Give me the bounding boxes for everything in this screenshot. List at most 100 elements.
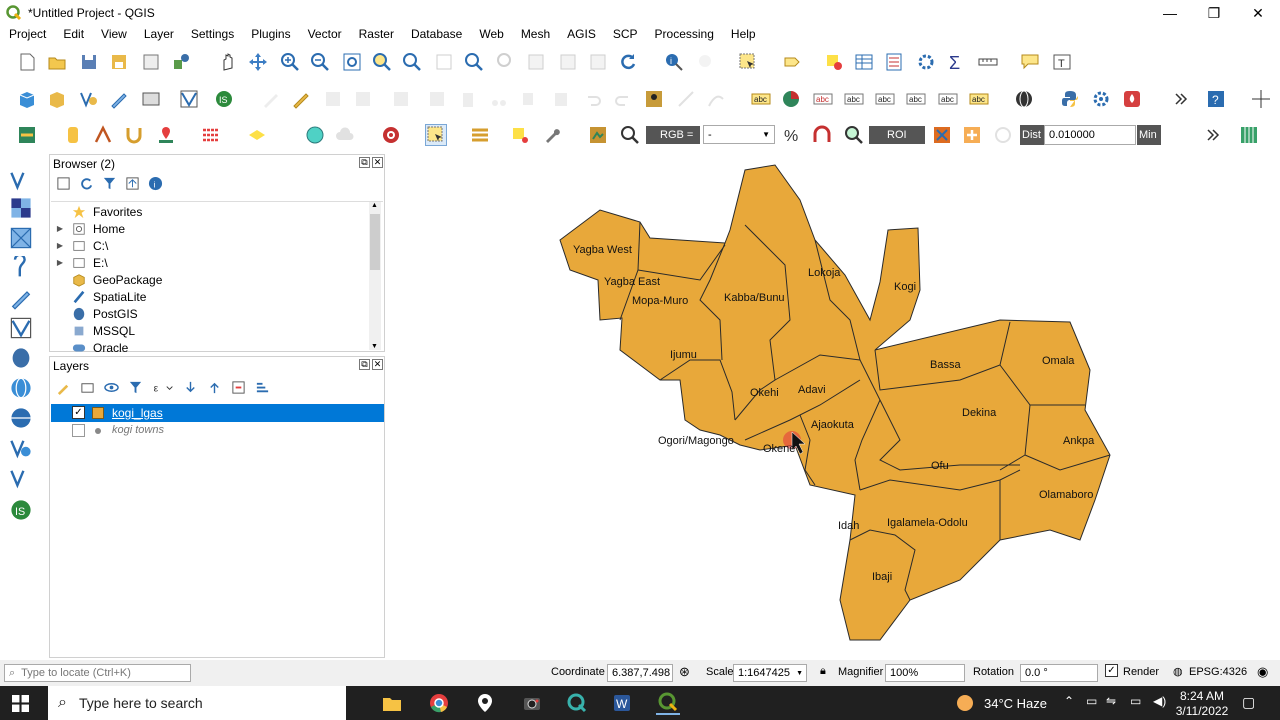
collapse-all-icon[interactable] [207, 380, 222, 395]
add-wfs-layer-icon[interactable] [6, 435, 36, 461]
toolbar-overflow-icon[interactable] [1202, 124, 1224, 146]
undo-icon[interactable] [582, 88, 604, 110]
zoom-to-layer-icon[interactable] [401, 51, 423, 73]
chrome-icon[interactable] [427, 691, 451, 715]
add-raster-layer-icon[interactable] [6, 195, 36, 221]
zoom-out-icon[interactable] [309, 51, 331, 73]
menu-project[interactable]: Project [0, 27, 54, 41]
browser-item-postgis[interactable]: PostGIS [55, 305, 138, 322]
scp-bandset-icon[interactable] [1238, 124, 1260, 146]
crosshair-icon[interactable] [1250, 88, 1272, 110]
bookmark-icon[interactable] [587, 51, 609, 73]
layer-row-kogi-lgas[interactable]: ✓ kogi_lgas [51, 404, 384, 422]
save-project-icon[interactable] [78, 51, 100, 73]
map-tips-icon[interactable] [1019, 51, 1041, 73]
add-vector-layer-icon[interactable] [6, 167, 36, 193]
pan-to-selection-icon[interactable] [247, 51, 269, 73]
map-canvas[interactable]: Yagba West Yagba East Mopa-Muro Kabba/Bu… [391, 155, 1280, 658]
browser-item-e-drive[interactable]: ▶ E:\ [55, 254, 108, 271]
scp-dock-icon[interactable]: IS [6, 497, 36, 523]
qgis-active-icon[interactable] [656, 691, 680, 715]
render-checkbox[interactable]: ✓ [1105, 664, 1118, 677]
expand-arrow-icon[interactable]: ▶ [55, 241, 65, 250]
refresh-icon[interactable] [79, 176, 94, 191]
scp-add-roi-icon[interactable] [961, 124, 983, 146]
save-as-icon[interactable] [108, 51, 130, 73]
file-explorer-icon[interactable] [380, 691, 404, 715]
add-wms-layer-icon[interactable] [6, 375, 36, 401]
layer-visibility-checkbox[interactable] [72, 424, 85, 437]
line-tool-icon[interactable] [675, 88, 697, 110]
close-panel-icon[interactable]: ✕ [372, 359, 383, 370]
processing-toolbox-icon[interactable] [915, 51, 937, 73]
deselect-icon[interactable] [823, 51, 845, 73]
close-button[interactable]: ✕ [1236, 0, 1280, 26]
select-features-icon[interactable] [737, 51, 759, 73]
chevron-up-icon[interactable]: ⌃ [1064, 694, 1074, 708]
kogi-lga-map[interactable] [391, 155, 1280, 658]
browser-item-favorites[interactable]: Favorites [55, 203, 142, 220]
weather-text[interactable]: 34°C Haze [984, 696, 1047, 711]
python-console-icon[interactable] [1059, 88, 1081, 110]
messages-icon[interactable]: ◉ [1257, 664, 1268, 680]
browser-item-spatialite[interactable]: SpatiaLite [55, 288, 146, 305]
coordinate-field[interactable]: 6.387,7.498 [607, 664, 673, 682]
locator-search-input[interactable]: ⌕ Type to locate (Ctrl+K) [4, 664, 191, 682]
scp-pin-icon[interactable] [155, 124, 177, 146]
scp-roi-tool-icon[interactable] [931, 124, 953, 146]
scp-list-icon[interactable] [469, 124, 491, 146]
label-abc-icon[interactable]: abc [750, 88, 772, 110]
new-project-icon[interactable] [16, 51, 38, 73]
layer-row-kogi-towns[interactable]: kogi towns [51, 422, 384, 440]
qgis-taskbar-icon[interactable] [565, 691, 589, 715]
battery-icon[interactable]: ▭ [1130, 694, 1141, 708]
add-gps-layer-icon[interactable] [6, 285, 36, 311]
restore-button[interactable]: ❐ [1192, 0, 1236, 26]
clock-date[interactable]: 3/11/2022 [1172, 704, 1232, 718]
vertex-tool-icon[interactable] [390, 88, 412, 110]
browser-item-oracle[interactable]: Oracle [55, 339, 128, 356]
paste-features-icon[interactable] [550, 88, 572, 110]
statistics-sum-icon[interactable]: Σ [945, 51, 967, 73]
digitizing-tools-icon[interactable] [643, 88, 665, 110]
add-selected-layers-icon[interactable] [56, 176, 71, 191]
pan-icon[interactable] [217, 51, 239, 73]
scroll-up-icon[interactable]: ▲ [371, 202, 378, 209]
zoom-last-icon[interactable] [463, 51, 485, 73]
new-shapefile-icon[interactable] [78, 88, 100, 110]
scp-redo-roi-icon[interactable] [992, 124, 1014, 146]
menu-mesh[interactable]: Mesh [512, 27, 558, 41]
style-manager-icon[interactable] [170, 51, 192, 73]
remove-layer-icon[interactable] [231, 380, 246, 395]
select-by-value-icon[interactable] [781, 51, 803, 73]
data-source-manager-icon[interactable] [16, 88, 38, 110]
layer-styling-icon[interactable] [56, 380, 71, 395]
camera-icon[interactable] [520, 691, 544, 715]
menu-plugins[interactable]: Plugins [242, 27, 298, 41]
info-icon[interactable]: i [148, 176, 163, 191]
help-icon[interactable]: ? [1205, 88, 1227, 110]
zoom-next-icon[interactable] [495, 51, 517, 73]
new-geopackage-icon[interactable] [46, 88, 68, 110]
zoom-to-selection-icon[interactable] [371, 51, 393, 73]
scp-globe-icon[interactable] [304, 124, 326, 146]
float-panel-icon[interactable]: ⧉ [359, 359, 370, 370]
scale-combo[interactable]: 1:1647425 ▼ [733, 664, 807, 682]
scp-target-icon[interactable] [380, 124, 402, 146]
digitize-icon[interactable] [108, 88, 130, 110]
change-label-icon[interactable]: abc [968, 88, 990, 110]
toggle-extents-icon[interactable]: ⊛ [679, 664, 690, 680]
curve-tool-icon[interactable] [705, 88, 727, 110]
weather-sun-icon[interactable] [953, 691, 977, 715]
manage-themes-icon[interactable] [104, 380, 119, 395]
dist-spinbox[interactable]: 0.010000 [1044, 125, 1136, 145]
collapse-all-icon[interactable] [125, 176, 140, 191]
diagram-icon[interactable] [780, 88, 802, 110]
menu-raster[interactable]: Raster [350, 27, 402, 41]
red-plugin-icon[interactable] [1121, 88, 1143, 110]
scp-magnet-icon[interactable] [123, 124, 145, 146]
new-temporary-layer-icon[interactable] [140, 88, 162, 110]
expand-arrow-icon[interactable]: ▶ [55, 224, 65, 233]
globe-plugin-icon[interactable] [1013, 88, 1035, 110]
taskbar-search-input[interactable]: ⌕ Type here to search [48, 686, 346, 720]
